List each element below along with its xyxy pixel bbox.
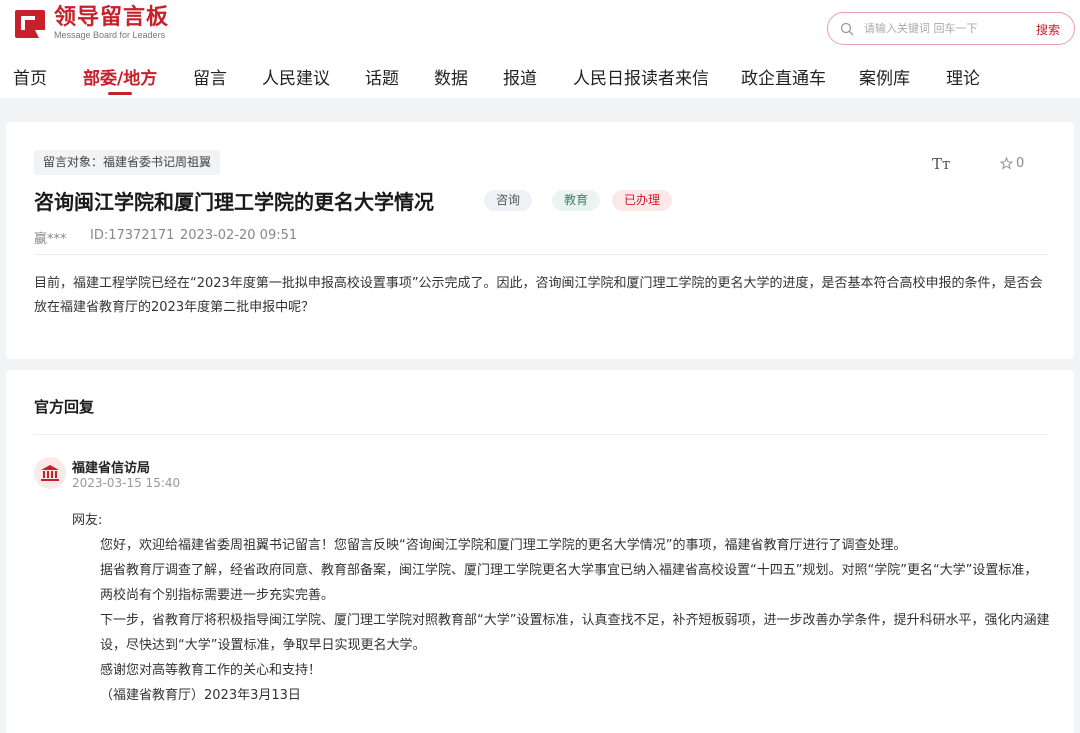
logo-mark-icon [15,9,45,38]
nav-people-suggestions[interactable]: 人民建议 [262,64,330,89]
search-icon [840,22,854,35]
government-building-icon [34,457,66,489]
reply-card: 官方回复 福建省信访局 2023-03-15 15:40 网友: 您好，欢迎给福… [6,370,1074,733]
reply-signature: （福建省教育厅）2023年3月13日 [100,688,301,703]
message-target: 留言对象：福建省委书记周祖翼 [34,150,221,175]
reply-org-name: 福建省信访局 [72,461,151,476]
favorite-button[interactable]: 0 [1000,156,1024,171]
message-content: 目前，福建工程学院已经在“2023年度第一批拟申报高校设置事项”公示完成了。因此… [34,276,1043,315]
message-title: 咨询闽江学院和厦门理工学院的更名大学情况 [34,190,434,214]
message-author: 嬴*** [34,232,67,247]
search-button[interactable]: 搜索 [1036,21,1060,38]
reply-paragraph: 感谢您对高等教育工作的关心和支持！ [100,663,322,678]
reply-paragraph: 下一步，省教育厅将积极指导闽江学院、厦门理工学院对照教育部“大学”设置标准，认真… [100,613,1050,653]
reply-heading: 官方回复 [34,398,95,416]
nav-theory[interactable]: 理论 [946,64,980,89]
divider [34,434,1048,435]
message-meta: 嬴*** ID:17372171 2023-02-20 09:51 [34,228,297,247]
reply-time: 2023-03-15 15:40 [72,476,181,490]
nav-data[interactable]: 数据 [434,64,468,89]
nav-enterprise-channel[interactable]: 政企直通车 [741,64,826,89]
search-box: 搜索 [827,12,1075,45]
reply-paragraph: 据省教育厅调查了解，经省政府同意、教育部备案，闽江学院、厦门理工学院更名大学事宜… [100,563,1038,603]
search-input[interactable] [864,22,1024,35]
reply-greeting: 网友: [72,513,103,528]
nav-messages[interactable]: 留言 [193,64,227,89]
message-time: 2023-02-20 09:51 [180,228,298,243]
badge-type: 咨询 [484,190,533,211]
badge-status: 已办理 [612,190,673,211]
site-header: 领导留言板 Message Board for Leaders 搜索 首页 部委… [0,0,1080,98]
nav-reports[interactable]: 报道 [503,64,537,89]
reply-paragraph: 您好，欢迎给福建省委周祖翼书记留言！您留言反映“咨询闽江学院和厦门理工学院的更名… [100,538,907,553]
nav-home[interactable]: 首页 [13,64,47,89]
favorite-count: 0 [1016,156,1025,171]
message-card: 留言对象：福建省委书记周祖翼 Tт 0 咨询闽江学院和厦门理工学院的更名大学情况… [6,122,1074,359]
nav-case-library[interactable]: 案例库 [859,64,910,89]
font-size-icon[interactable]: Tт [932,155,950,173]
brand-subtitle: Message Board for Leaders [54,30,166,40]
badge-category: 教育 [552,190,601,211]
star-icon [1000,157,1013,170]
divider [34,254,1048,255]
message-id: ID:17372171 [90,228,175,243]
brand-name: 领导留言板 [54,5,170,30]
site-logo[interactable]: 领导留言板 Message Board for Leaders [14,6,169,41]
nav-reader-letters[interactable]: 人民日报读者来信 [573,64,709,89]
nav-ministries-local[interactable]: 部委/地方 [83,64,157,89]
nav-active-indicator [108,92,132,95]
reply-body: 网友: 您好，欢迎给福建省委周祖翼书记留言！您留言反映“咨询闽江学院和厦门理工学… [72,508,1050,708]
nav-topics[interactable]: 话题 [365,64,399,89]
